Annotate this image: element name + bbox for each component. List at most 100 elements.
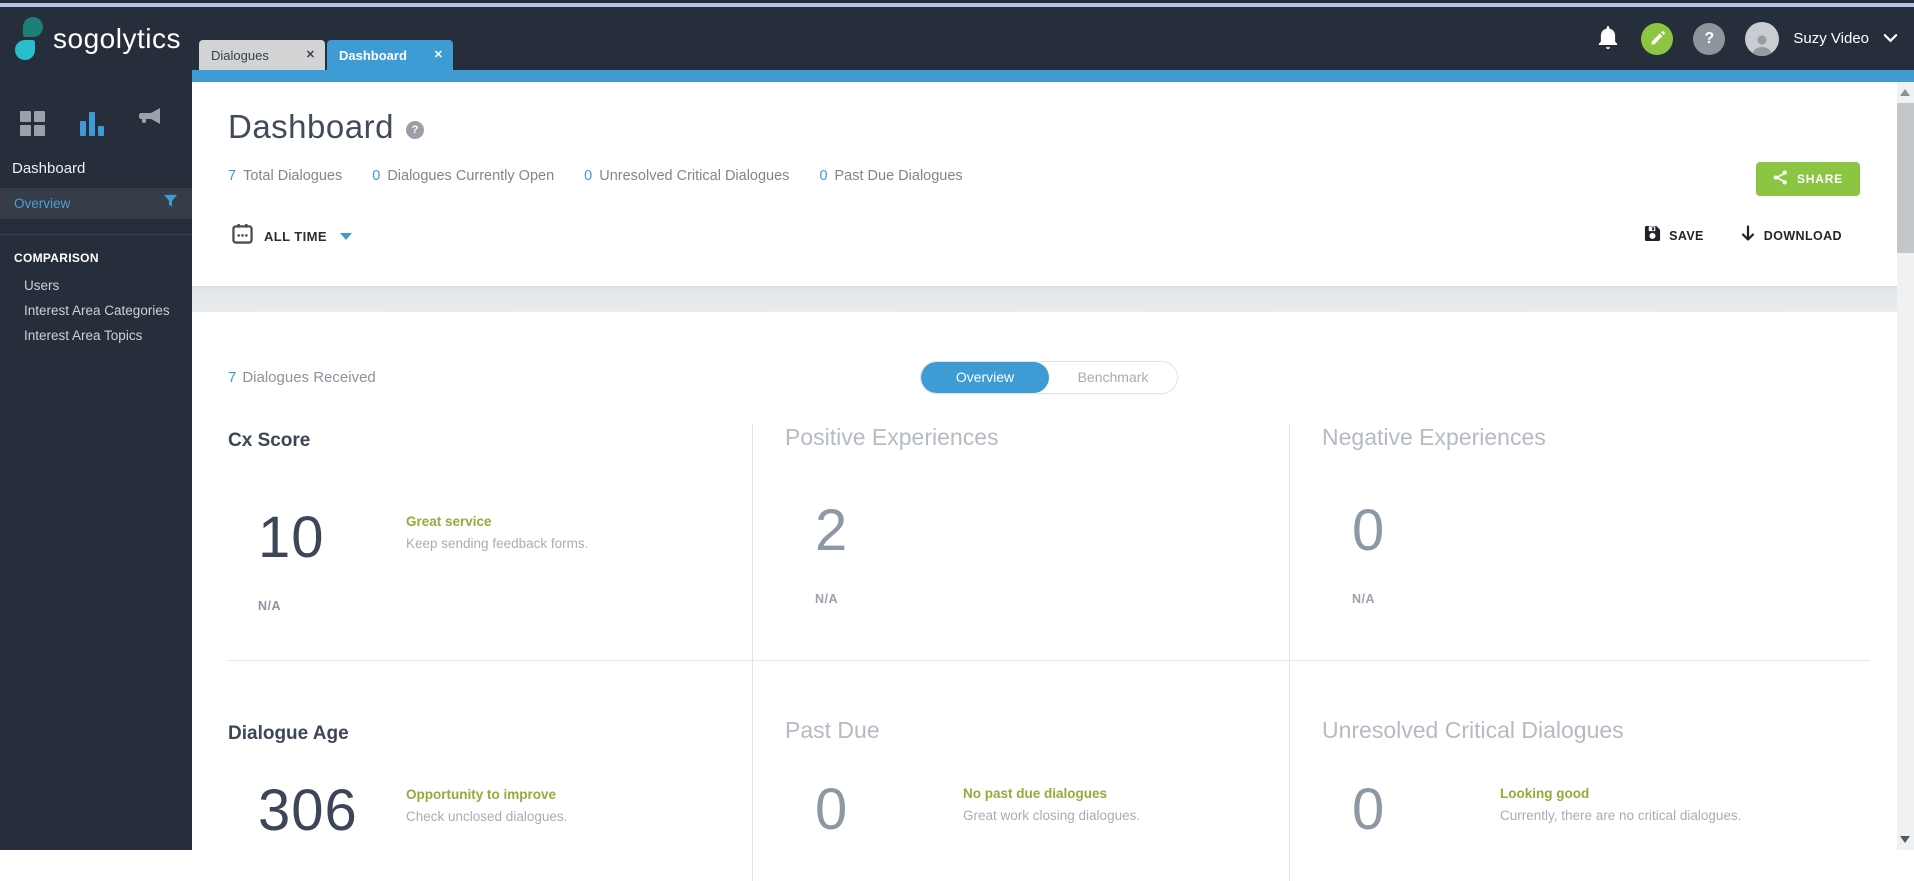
notifications-bell-icon[interactable] — [1595, 25, 1621, 53]
card-cx-score: Cx Score 10 Great service Keep sending f… — [228, 424, 753, 661]
dialogues-received-count: 7 Dialogues Received — [228, 369, 376, 386]
stat-label: Past Due Dialogues — [835, 168, 963, 184]
close-icon[interactable]: ✕ — [306, 50, 315, 61]
stat-value: 7 — [228, 168, 236, 184]
card-status: No past due dialogues — [963, 786, 1140, 801]
help-button[interactable]: ? — [1693, 23, 1725, 55]
tab-label: Dashboard — [339, 48, 407, 63]
announcements-megaphone-icon[interactable] — [138, 107, 164, 136]
toggle-benchmark-button[interactable]: Benchmark — [1049, 362, 1177, 393]
app-header: sogolytics Dialogues ✕ Dashboard ✕ ? — [0, 7, 1914, 70]
card-title: Positive Experiences — [785, 424, 1289, 451]
stat-past-due-dialogues[interactable]: 0 Past Due Dialogues — [819, 168, 962, 184]
toggle-overview-button[interactable]: Overview — [921, 362, 1049, 393]
download-button[interactable]: DOWNLOAD — [1740, 225, 1842, 248]
summary-stats-row: 7 Total Dialogues 0 Dialogues Currently … — [228, 168, 1870, 184]
card-unresolved-critical-dialogues: Unresolved Critical Dialogues 0 Looking … — [1290, 661, 1870, 881]
card-description: Currently, there are no critical dialogu… — [1500, 808, 1741, 823]
card-value: 0 — [1352, 497, 1500, 564]
stat-dialogues-currently-open[interactable]: 0 Dialogues Currently Open — [372, 168, 554, 184]
sidebar-item-interest-area-categories[interactable]: Interest Area Categories — [0, 298, 192, 323]
save-icon — [1644, 225, 1661, 247]
card-benchmark-note: N/A — [258, 599, 752, 613]
card-title: Unresolved Critical Dialogues — [1322, 717, 1870, 744]
caret-down-icon — [340, 233, 352, 240]
stat-unresolved-critical-dialogues[interactable]: 0 Unresolved Critical Dialogues — [584, 168, 789, 184]
card-benchmark-note: N/A — [815, 592, 1289, 606]
download-label: DOWNLOAD — [1764, 229, 1842, 243]
card-description: Keep sending feedback forms. — [406, 536, 588, 551]
question-icon: ? — [1705, 30, 1715, 48]
time-filter-dropdown[interactable]: ALL TIME — [232, 223, 352, 249]
sidebar-item-label: Overview — [14, 196, 70, 211]
workspace-tabs: Dialogues ✕ Dashboard ✕ — [199, 40, 453, 70]
scroll-up-arrow-icon[interactable] — [1900, 89, 1910, 96]
card-value: 306 — [258, 777, 406, 844]
card-status: Opportunity to improve — [406, 787, 567, 802]
app-logo[interactable]: sogolytics — [14, 15, 181, 63]
logo-text: sogolytics — [53, 23, 181, 55]
scrollbar-thumb[interactable] — [1897, 103, 1914, 253]
chevron-down-icon[interactable] — [1883, 30, 1898, 48]
card-negative-experiences: Negative Experiences 0 N/A — [1290, 424, 1870, 661]
sidebar: Dashboard Overview COMPARISON Users Inte… — [0, 70, 192, 850]
card-benchmark-note: N/A — [1352, 592, 1870, 606]
card-value: 2 — [815, 497, 963, 564]
sidebar-item-interest-area-topics[interactable]: Interest Area Topics — [0, 323, 192, 348]
tab-dialogues[interactable]: Dialogues ✕ — [199, 40, 325, 70]
card-title: Cx Score — [228, 424, 752, 452]
calendar-icon — [232, 223, 253, 249]
stat-label: Unresolved Critical Dialogues — [599, 168, 789, 184]
stat-total-dialogues[interactable]: 7 Total Dialogues — [228, 168, 342, 184]
card-positive-experiences: Positive Experiences 2 N/A — [753, 424, 1290, 661]
section-divider-band — [192, 286, 1914, 312]
sidebar-title: Dashboard — [0, 136, 192, 187]
page-title: Dashboard — [228, 108, 394, 146]
time-filter-label: ALL TIME — [264, 229, 327, 244]
stat-label: Dialogues Currently Open — [387, 168, 554, 184]
card-description: Check unclosed dialogues. — [406, 809, 567, 824]
card-status: Great service — [406, 514, 588, 529]
page-help-icon[interactable]: ? — [406, 121, 424, 139]
vertical-scrollbar[interactable] — [1897, 82, 1914, 850]
card-title: Past Due — [785, 717, 1289, 744]
share-button[interactable]: SHARE — [1756, 162, 1860, 196]
compose-pencil-button[interactable] — [1641, 23, 1673, 55]
card-status: Looking good — [1500, 786, 1741, 801]
received-value: 7 — [228, 369, 236, 386]
main-panel: Dashboard ? 7 Total Dialogues 0 Dialogue… — [192, 70, 1914, 850]
card-past-due: Past Due 0 No past due dialogues Great w… — [753, 661, 1290, 881]
sidebar-item-overview[interactable]: Overview — [0, 187, 192, 220]
scroll-down-arrow-icon[interactable] — [1900, 836, 1910, 843]
user-name[interactable]: Suzy Video — [1793, 30, 1869, 47]
stat-value: 0 — [584, 168, 592, 184]
sidebar-section-comparison: COMPARISON — [0, 249, 192, 273]
card-title: Dialogue Age — [228, 717, 752, 745]
save-button[interactable]: SAVE — [1644, 225, 1704, 247]
stat-value: 0 — [819, 168, 827, 184]
card-dialogue-age: Dialogue Age 306 Opportunity to improve … — [228, 661, 753, 881]
filter-icon[interactable] — [163, 194, 178, 213]
card-description: Great work closing dialogues. — [963, 808, 1140, 823]
sidebar-item-users[interactable]: Users — [0, 273, 192, 298]
active-tab-indicator-bar — [192, 70, 1914, 82]
card-value: 10 — [258, 504, 406, 571]
stat-value: 0 — [372, 168, 380, 184]
share-label: SHARE — [1797, 172, 1843, 186]
avatar[interactable] — [1745, 22, 1779, 56]
close-icon[interactable]: ✕ — [434, 50, 443, 61]
dashboard-toolbar: Dashboard ? 7 Total Dialogues 0 Dialogue… — [192, 70, 1914, 250]
apps-grid-icon[interactable] — [20, 111, 45, 136]
view-toggle: Overview Benchmark — [920, 361, 1178, 394]
sidebar-divider — [0, 234, 192, 235]
tab-dashboard[interactable]: Dashboard ✕ — [327, 40, 453, 70]
card-title: Negative Experiences — [1322, 424, 1870, 451]
reports-chart-icon[interactable] — [80, 112, 104, 136]
received-label: Dialogues Received — [242, 369, 375, 386]
card-value: 0 — [815, 776, 963, 843]
stat-label: Total Dialogues — [243, 168, 342, 184]
save-label: SAVE — [1669, 229, 1704, 243]
logo-icon — [14, 15, 44, 63]
share-icon — [1773, 170, 1788, 188]
download-arrow-icon — [1740, 225, 1756, 248]
